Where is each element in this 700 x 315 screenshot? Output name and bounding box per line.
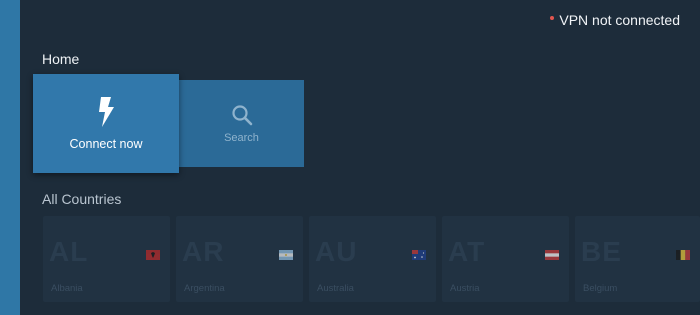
home-title: Home xyxy=(42,51,80,67)
country-name: Albania xyxy=(51,283,83,294)
country-code: BE xyxy=(581,236,622,267)
country-name: Austria xyxy=(450,283,480,294)
country-card-albania[interactable]: AL Albania xyxy=(43,216,170,302)
all-countries-title: All Countries xyxy=(42,191,122,207)
country-card-australia[interactable]: AU Australia xyxy=(309,216,436,302)
argentina-flag-icon xyxy=(279,250,293,260)
status-dot xyxy=(550,16,555,20)
austria-flag-icon xyxy=(545,250,559,260)
vpn-status-text: VPN not connected xyxy=(559,12,680,28)
connect-now-button[interactable]: Connect now xyxy=(33,74,179,173)
country-name: Belgium xyxy=(583,283,618,294)
search-button[interactable]: Search xyxy=(179,80,304,167)
country-name: Australia xyxy=(317,283,354,294)
vpn-status: VPN not connected xyxy=(550,12,680,28)
country-card-austria[interactable]: AT Austria xyxy=(442,216,569,302)
country-card-belgium[interactable]: BE Belgium xyxy=(575,216,700,302)
country-code: AR xyxy=(182,236,225,267)
belgium-flag-icon xyxy=(676,250,690,260)
search-label: Search xyxy=(224,131,259,144)
country-card-argentina[interactable]: AR Argentina xyxy=(176,216,303,302)
albania-flag-icon xyxy=(146,250,160,260)
country-code: AL xyxy=(49,236,89,267)
lightning-bolt-icon xyxy=(99,96,114,127)
search-icon xyxy=(231,104,252,125)
australia-flag-icon xyxy=(412,250,426,260)
connect-now-label: Connect now xyxy=(69,136,143,151)
left-rail xyxy=(0,0,20,315)
country-name: Argentina xyxy=(184,283,225,294)
country-code: AU xyxy=(315,236,358,267)
country-code: AT xyxy=(448,236,486,267)
